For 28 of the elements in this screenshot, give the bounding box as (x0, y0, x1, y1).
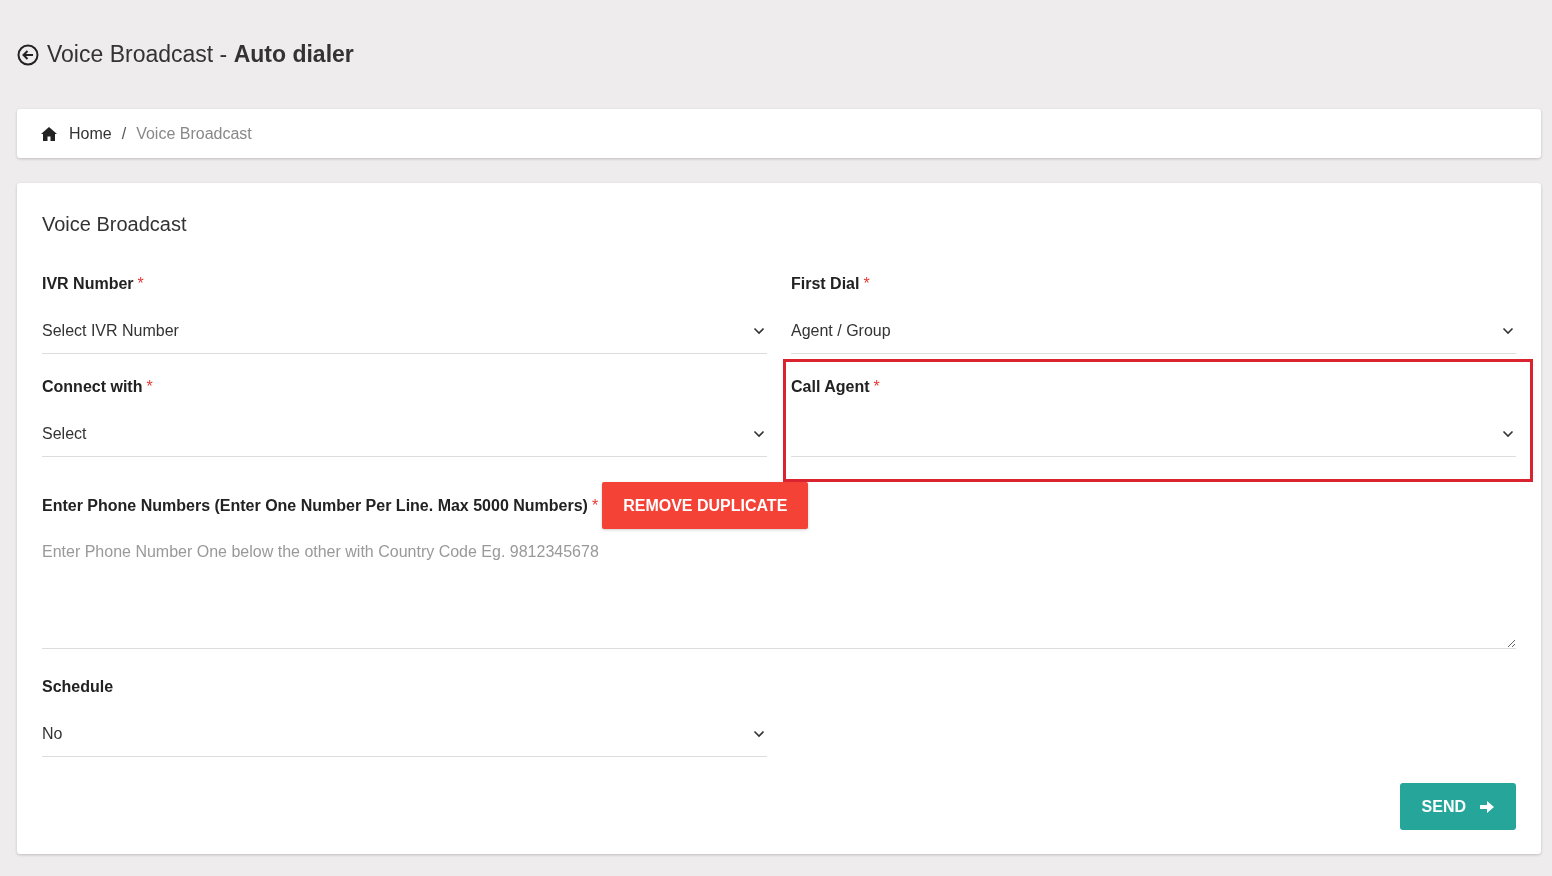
select-field[interactable]: Select IVR Number (42, 308, 767, 354)
breadcrumb-separator: / (121, 124, 127, 143)
remove-duplicate-button[interactable]: REMOVE DUPLICATE (602, 482, 809, 529)
required-mark: * (146, 378, 153, 395)
home-icon (41, 126, 57, 141)
chevron-down-icon (753, 729, 765, 738)
chevron-down-icon (753, 429, 765, 438)
breadcrumb-current: Voice Broadcast (136, 124, 252, 143)
breadcrumb-link[interactable]: Home (69, 124, 112, 143)
field-label: Connect with (42, 378, 143, 395)
field-label: Enter Phone Numbers (Enter One Number Per Line. Max 5000 Numbers) (42, 496, 588, 514)
required-mark: * (591, 496, 599, 514)
field-label: Schedule (42, 678, 114, 695)
select-field[interactable]: Select (42, 411, 767, 457)
required-mark: * (863, 275, 870, 292)
arrow-right-icon (1480, 800, 1494, 813)
select-field[interactable]: No (42, 711, 767, 757)
required-mark: * (137, 275, 144, 292)
chevron-down-icon (1502, 429, 1514, 438)
field-label: Call Agent (791, 378, 870, 395)
required-mark: * (873, 378, 880, 395)
chevron-down-icon (753, 326, 765, 335)
field-label: IVR Number (42, 275, 134, 292)
form-title: Voice Broadcast (42, 213, 188, 236)
chevron-down-icon (1502, 326, 1514, 335)
select-field[interactable]: Agent / Group (791, 308, 1516, 354)
field-label: First Dial (791, 275, 860, 292)
page-title: Voice Broadcast - Auto dialer (47, 41, 354, 68)
